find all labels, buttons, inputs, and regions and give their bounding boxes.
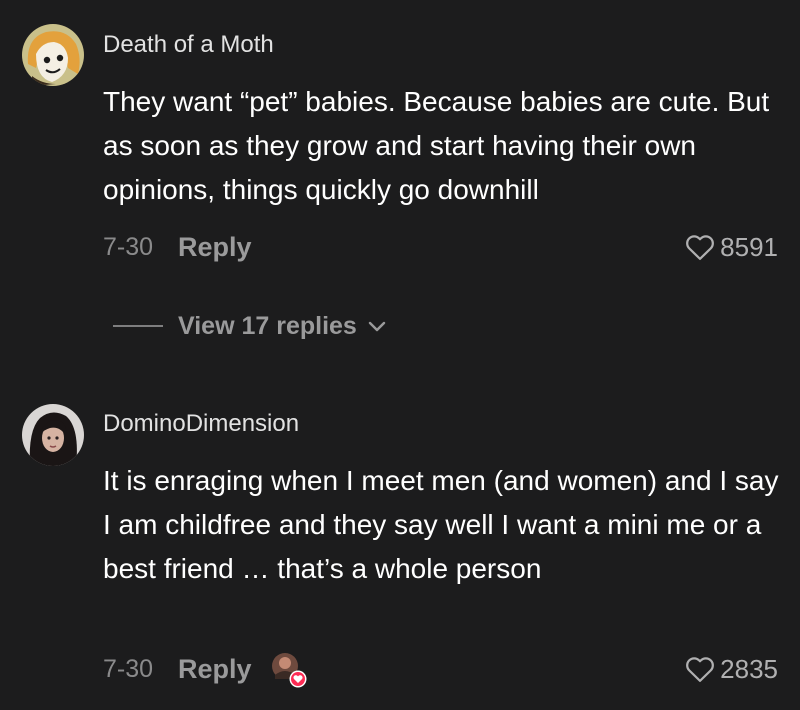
comment-text: They want “pet” babies. Because babies a…	[103, 86, 770, 205]
reply-button[interactable]: Reply	[178, 232, 252, 263]
avatar[interactable]	[22, 24, 84, 86]
comment-text: It is enraging when I meet men (and wome…	[103, 465, 779, 584]
comment-date: 7-30	[103, 654, 154, 683]
like-button[interactable]: 2835	[685, 654, 778, 685]
avatar-photo	[22, 404, 84, 466]
comment-actions: 7-30 Reply 8591	[103, 229, 778, 265]
comment-actions: 7-30 Reply 2835	[103, 651, 778, 688]
like-button[interactable]: 8591	[685, 232, 778, 263]
heart-outline-icon	[686, 657, 715, 682]
avatar[interactable]	[22, 404, 84, 466]
like-count: 8591	[720, 231, 778, 262]
avatar-illustration	[22, 24, 84, 86]
heart-badge-icon	[289, 670, 307, 688]
reply-button[interactable]: Reply	[178, 654, 252, 685]
username[interactable]: DominoDimension	[103, 410, 299, 438]
heart-outline-icon	[686, 235, 715, 260]
username[interactable]: Death of a Moth	[103, 31, 274, 59]
chevron-down-icon	[368, 321, 386, 332]
divider-line	[113, 325, 163, 327]
creator-liked-indicator	[270, 651, 307, 688]
like-count: 2835	[720, 653, 778, 684]
view-replies-label: View 17 replies	[178, 311, 357, 340]
comment-date: 7-30	[103, 232, 154, 261]
view-replies-button[interactable]: View 17 replies	[113, 308, 387, 344]
